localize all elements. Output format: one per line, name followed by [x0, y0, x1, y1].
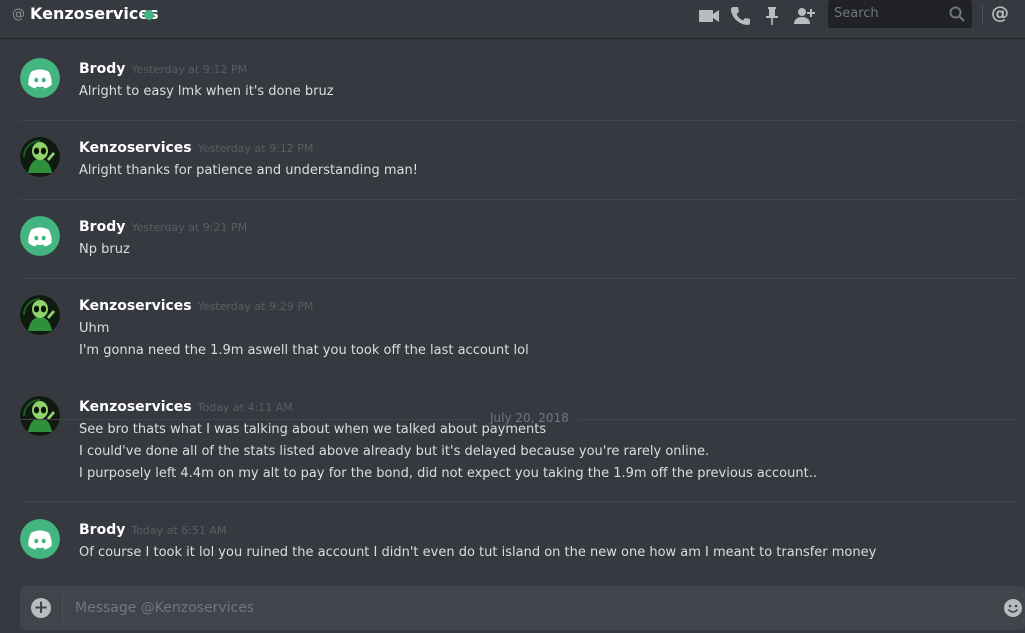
upload-plus-icon[interactable]: + [31, 598, 51, 618]
author-name[interactable]: Brody [79, 61, 125, 77]
author-name[interactable]: Kenzoservices [79, 298, 192, 314]
message-text: Alright to easy lmk when it's done bruz [79, 84, 334, 99]
message-timestamp: Yesterday at 9:29 PM [197, 300, 314, 313]
message-divider [20, 501, 1020, 502]
message-input[interactable]: Message @Kenzoservices [75, 600, 254, 616]
message-text: Uhm [79, 321, 110, 336]
message-text: I'm gonna need the 1.9m aswell that you … [79, 343, 529, 358]
add-friend-icon[interactable] [792, 4, 816, 28]
at-symbol: @ [12, 7, 25, 22]
message-text: Alright thanks for patience and understa… [79, 163, 418, 178]
search-icon[interactable] [948, 5, 966, 23]
message-divider [20, 278, 1020, 279]
composer-divider [62, 594, 63, 622]
alien-avatar[interactable] [20, 137, 60, 177]
message-text: I purposely left 4.4m on my alt to pay f… [79, 466, 817, 481]
header-divider [982, 5, 983, 25]
message-text: See bro thats what I was talking about w… [79, 422, 547, 437]
alien-avatar[interactable] [20, 396, 60, 436]
message-author[interactable]: Kenzoservices Yesterday at 9:12 PM [79, 140, 313, 156]
message-text: Np bruz [79, 242, 130, 257]
discord-logo-avatar[interactable] [20, 216, 60, 256]
author-name[interactable]: Kenzoservices [79, 399, 192, 415]
message-timestamp: Yesterday at 9:21 PM [131, 221, 248, 234]
emoji-picker-icon[interactable] [1003, 598, 1023, 618]
message-timestamp: Yesterday at 9:12 PM [131, 63, 248, 76]
search-placeholder: Search [834, 6, 879, 21]
channel-name[interactable]: Kenzoservices [30, 4, 159, 23]
message-text: Of course I took it lol you ruined the a… [79, 545, 877, 560]
pin-icon[interactable] [760, 4, 784, 28]
phone-call-icon[interactable] [728, 4, 752, 28]
message-divider [20, 120, 1020, 121]
message-timestamp: Today at 6:51 AM [131, 524, 227, 537]
search-input[interactable]: Search [828, 0, 972, 28]
mentions-icon[interactable]: @ [991, 3, 1009, 24]
author-name[interactable]: Brody [79, 219, 125, 235]
message-author[interactable]: Brody Today at 6:51 AM [79, 522, 226, 538]
date-divider: July 20, 2018 [20, 411, 1020, 425]
message-author[interactable]: Brody Yesterday at 9:21 PM [79, 219, 247, 235]
date-divider-text: July 20, 2018 [490, 411, 569, 425]
message-author[interactable]: Kenzoservices Today at 4:11 AM [79, 399, 293, 415]
video-call-icon[interactable] [697, 4, 721, 28]
message-timestamp: Yesterday at 9:12 PM [197, 142, 314, 155]
discord-logo-avatar[interactable] [20, 519, 60, 559]
author-name[interactable]: Brody [79, 522, 125, 538]
message-divider [20, 199, 1020, 200]
message-timestamp: Today at 4:11 AM [197, 401, 293, 414]
author-name[interactable]: Kenzoservices [79, 140, 192, 156]
alien-avatar[interactable] [20, 295, 60, 335]
message-author[interactable]: Brody Yesterday at 9:12 PM [79, 61, 247, 77]
message-text: I could've done all of the stats listed … [79, 444, 710, 459]
channel-header: @ Kenzoservices Search @ [0, 0, 1025, 38]
online-status-icon [144, 10, 154, 20]
message-list: Brody Yesterday at 9:12 PM Alright to easy… [0, 38, 1025, 568]
message-author[interactable]: Kenzoservices Yesterday at 9:29 PM [79, 298, 313, 314]
discord-logo-avatar[interactable] [20, 58, 60, 98]
message-composer[interactable]: + Message @Kenzoservices [20, 586, 1025, 630]
